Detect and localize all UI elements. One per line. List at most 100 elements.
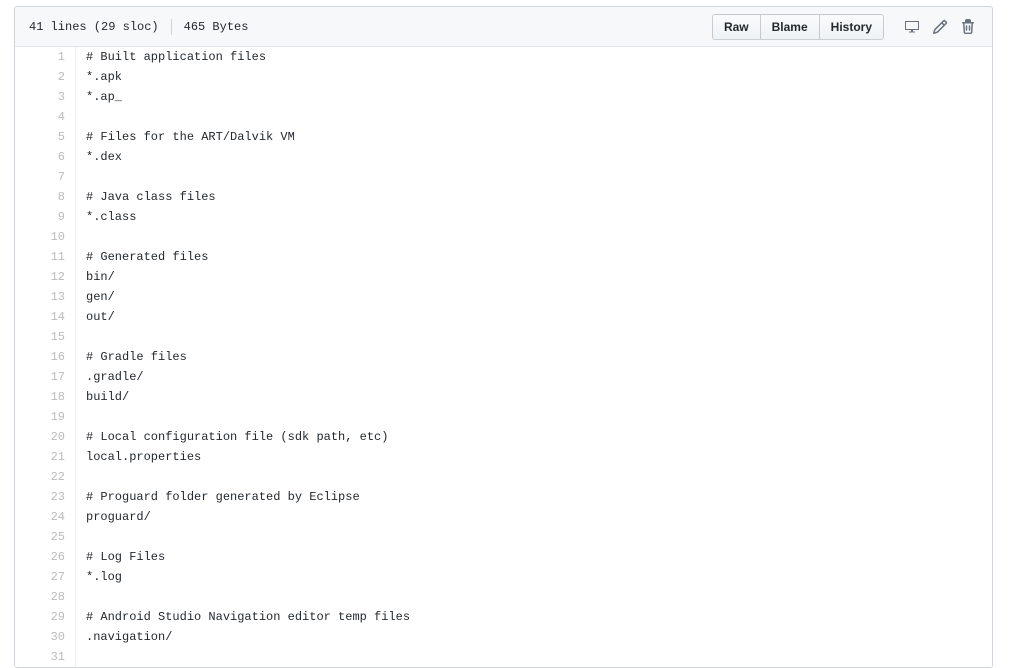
line-number[interactable]: 29 — [15, 607, 76, 627]
code-line-row: 10 — [15, 227, 992, 247]
line-number[interactable]: 28 — [15, 587, 76, 607]
code-line-content — [76, 327, 993, 347]
code-line-content: bin/ — [76, 267, 993, 287]
code-line-text: # Local configuration file (sdk path, et… — [86, 430, 389, 444]
code-line-text: .navigation/ — [86, 630, 173, 644]
code-line-text: *.apk — [86, 70, 123, 84]
code-line-row: 7 — [15, 167, 992, 187]
file-box: 41 lines (29 sloc) 465 Bytes Raw Blame H… — [14, 6, 993, 668]
code-line-row: 6 *.dex — [15, 147, 992, 167]
code-line-row: 31 — [15, 647, 992, 667]
code-table-body: 1 # Built application files 2 *.apk 3 *.ap_ 4 5… — [15, 47, 992, 667]
code-line-content: # Local configuration file (sdk path, et… — [76, 427, 993, 447]
line-number[interactable]: 9 — [15, 207, 76, 227]
code-line-row: 29 # Android Studio Navigation editor tem… — [15, 607, 992, 627]
code-line-row: 14 out/ — [15, 307, 992, 327]
line-number[interactable]: 1 — [15, 47, 76, 67]
code-line-content: # Log Files — [76, 547, 993, 567]
line-number[interactable]: 8 — [15, 187, 76, 207]
code-line-text: *.class — [86, 210, 137, 224]
code-line-content: out/ — [76, 307, 993, 327]
line-number[interactable]: 5 — [15, 127, 76, 147]
file-lines-count: 41 lines (29 sloc) — [29, 19, 159, 34]
desktop-icon — [904, 19, 920, 35]
line-number[interactable]: 18 — [15, 387, 76, 407]
history-button[interactable]: History — [818, 13, 884, 40]
code-line-row: 4 — [15, 107, 992, 127]
line-number[interactable]: 16 — [15, 347, 76, 367]
line-number[interactable]: 30 — [15, 627, 76, 647]
line-number[interactable]: 19 — [15, 407, 76, 427]
code-line-text: # Built application files — [86, 50, 267, 64]
code-line-row: 2 *.apk — [15, 67, 992, 87]
line-number[interactable]: 26 — [15, 547, 76, 567]
code-line-row: 30 .navigation/ — [15, 627, 992, 647]
code-line-content: gen/ — [76, 287, 993, 307]
code-line-row: 26 # Log Files — [15, 547, 992, 567]
desktop-icon-button[interactable] — [898, 14, 926, 40]
code-line-row: 3 *.ap_ — [15, 87, 992, 107]
code-line-row: 25 — [15, 527, 992, 547]
code-line-text: *.ap_ — [86, 90, 123, 104]
line-number[interactable]: 4 — [15, 107, 76, 127]
code-line-text: *.dex — [86, 150, 123, 164]
code-line-row: 17 .gradle/ — [15, 367, 992, 387]
code-line-content: # Built application files — [76, 47, 993, 67]
line-number[interactable]: 12 — [15, 267, 76, 287]
code-line-content: # Proguard folder generated by Eclipse — [76, 487, 993, 507]
line-number[interactable]: 11 — [15, 247, 76, 267]
line-number[interactable]: 7 — [15, 167, 76, 187]
code-line-row: 16 # Gradle files — [15, 347, 992, 367]
line-number[interactable]: 3 — [15, 87, 76, 107]
code-line-content: *.dex — [76, 147, 993, 167]
code-line-row: 21 local.properties — [15, 447, 992, 467]
raw-button[interactable]: Raw — [711, 13, 761, 40]
line-number[interactable]: 21 — [15, 447, 76, 467]
line-number[interactable]: 24 — [15, 507, 76, 527]
line-number[interactable]: 20 — [15, 427, 76, 447]
code-line-content: *.log — [76, 567, 993, 587]
code-line-text: local.properties — [86, 450, 202, 464]
code-line-row: 15 — [15, 327, 992, 347]
line-number[interactable]: 13 — [15, 287, 76, 307]
code-line-content — [76, 107, 993, 127]
line-number[interactable]: 22 — [15, 467, 76, 487]
line-number[interactable]: 25 — [15, 527, 76, 547]
code-line-text: build/ — [86, 390, 130, 404]
code-line-content — [76, 527, 993, 547]
code-line-text: bin/ — [86, 270, 115, 284]
line-number[interactable]: 6 — [15, 147, 76, 167]
file-size-label: 465 Bytes — [183, 19, 249, 34]
file-content-area: 1 # Built application files 2 *.apk 3 *.ap_ 4 5… — [15, 47, 992, 667]
code-line-content: *.apk — [76, 67, 993, 87]
code-line-content: *.class — [76, 207, 993, 227]
code-line-text: *.log — [86, 570, 123, 584]
line-number[interactable]: 10 — [15, 227, 76, 247]
line-number[interactable]: 2 — [15, 67, 76, 87]
code-line-content: *.ap_ — [76, 87, 993, 107]
line-number[interactable]: 14 — [15, 307, 76, 327]
pencil-icon — [932, 19, 948, 35]
code-table: 1 # Built application files 2 *.apk 3 *.ap_ 4 5… — [15, 47, 992, 667]
code-line-text: proguard/ — [86, 510, 151, 524]
pencil-icon-button[interactable] — [926, 14, 954, 40]
file-action-button-group: Raw Blame History — [711, 13, 884, 40]
trash-icon-button[interactable] — [954, 14, 982, 40]
code-line-text: # Files for the ART/Dalvik VM — [86, 130, 295, 144]
code-line-row: 22 — [15, 467, 992, 487]
code-line-text: out/ — [86, 310, 115, 324]
line-number[interactable]: 17 — [15, 367, 76, 387]
line-number[interactable]: 15 — [15, 327, 76, 347]
code-line-text: # Proguard folder generated by Eclipse — [86, 490, 360, 504]
code-line-content: # Files for the ART/Dalvik VM — [76, 127, 993, 147]
blame-button[interactable]: Blame — [759, 13, 820, 40]
code-line-row: 1 # Built application files — [15, 47, 992, 67]
code-line-row: 8 # Java class files — [15, 187, 992, 207]
file-view-page: 41 lines (29 sloc) 465 Bytes Raw Blame H… — [0, 0, 1009, 668]
code-line-content: local.properties — [76, 447, 993, 467]
line-number[interactable]: 23 — [15, 487, 76, 507]
line-number[interactable]: 27 — [15, 567, 76, 587]
line-number[interactable]: 31 — [15, 647, 76, 667]
code-line-content — [76, 647, 993, 667]
code-line-row: 18 build/ — [15, 387, 992, 407]
